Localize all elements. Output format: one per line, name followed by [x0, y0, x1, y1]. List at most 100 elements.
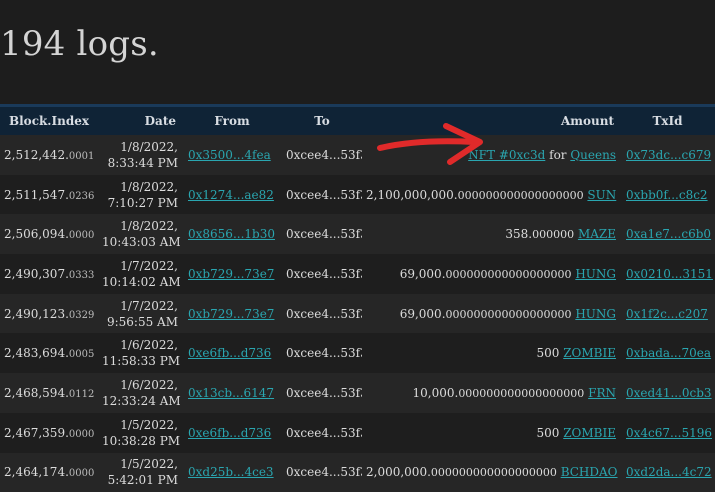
- date-line: 1/5/2022,: [120, 418, 178, 432]
- from-cell: 0x8656...1b30: [182, 214, 282, 254]
- amount-decimals: 000000000000000000: [446, 308, 572, 321]
- block-index-cell: 2,467,359.0000: [0, 413, 98, 453]
- token-link[interactable]: ZOMBIE: [563, 346, 616, 360]
- to-address: 0xcee4...53f3: [282, 413, 362, 453]
- block-index-main: 2,490,123.: [4, 307, 69, 321]
- txid-cell: 0x73dc...c679: [620, 135, 715, 175]
- to-address: 0xcee4...53f3: [282, 254, 362, 294]
- logs-table: Block.Index Date From To Amount TxId 2,5…: [0, 104, 715, 492]
- to-address: 0xcee4...53f3: [282, 135, 362, 175]
- from-address-link[interactable]: 0x3500...4fea: [188, 148, 271, 162]
- page-title: 194 logs.: [0, 24, 159, 64]
- block-index-cell: 2,490,307.0333: [0, 254, 98, 294]
- from-cell: 0xb729...73e7: [182, 294, 282, 334]
- time-line: 11:58:33 PM: [102, 354, 180, 368]
- token-link[interactable]: HUNG: [575, 307, 616, 321]
- txid-cell: 0xa1e7...c6b0: [620, 214, 715, 254]
- to-address: 0xcee4...53f3: [282, 373, 362, 413]
- token-link[interactable]: ZOMBIE: [563, 426, 616, 440]
- header-date[interactable]: Date: [98, 106, 182, 136]
- token-link[interactable]: FRN: [588, 386, 616, 400]
- amount-cell: NFT #0xc3d for Queens: [362, 135, 620, 175]
- from-address-link[interactable]: 0x1274...ae82: [188, 188, 274, 202]
- table-row: 2,467,359.0000 1/5/2022, 10:38:28 PM 0xe6…: [0, 413, 715, 453]
- token-link[interactable]: HUNG: [575, 267, 616, 281]
- from-cell: 0x13cb...6147: [182, 373, 282, 413]
- block-index-fraction: 0000: [69, 468, 94, 479]
- header-txid[interactable]: TxId: [620, 106, 715, 136]
- amount-cell: 10,000.000000000000000000 FRN: [362, 373, 620, 413]
- table-row: 2,506,094.0000 1/8/2022,10:43:03 AM 0x86…: [0, 214, 715, 254]
- nft-link[interactable]: NFT #0xc3d: [468, 148, 545, 162]
- time-line: 12:33:24 AM: [102, 394, 181, 408]
- from-address-link[interactable]: 0xe6fb...d736: [188, 346, 271, 360]
- header-from[interactable]: From: [182, 106, 282, 136]
- block-index-fraction: 0112: [69, 389, 94, 400]
- date-line: 1/6/2022,: [120, 338, 178, 352]
- table-row: 2,490,307.0333 1/7/2022,10:14:02 AM 0xb7…: [0, 254, 715, 294]
- from-address-link[interactable]: 0x8656...1b30: [188, 227, 275, 241]
- date-line: 1/8/2022,: [120, 180, 178, 194]
- date-line: 1/7/2022,: [120, 259, 178, 273]
- txid-cell: 0xed41...0cb3: [620, 373, 715, 413]
- time-line: 5:42:01 PM: [108, 473, 178, 487]
- amount-value: 10,000.: [413, 386, 459, 400]
- token-link[interactable]: Queens: [570, 148, 616, 162]
- block-index-cell: 2,490,123.0329: [0, 294, 98, 334]
- txid-link[interactable]: 0xbada...70ea: [626, 346, 711, 360]
- from-cell: 0xb729...73e7: [182, 254, 282, 294]
- header-block-index[interactable]: Block.Index: [0, 106, 98, 136]
- amount-decimals: 000000: [532, 228, 574, 241]
- header-amount[interactable]: Amount: [362, 106, 620, 136]
- table-row: 2,512,442.0001 1/8/2022,8:33:44 PM 0x350…: [0, 135, 715, 175]
- header-to[interactable]: To: [282, 106, 362, 136]
- txid-cell: 0xd2da...4c72: [620, 453, 715, 492]
- txid-link[interactable]: 0x1f2c...c207: [626, 307, 708, 321]
- txid-link[interactable]: 0xed41...0cb3: [626, 386, 712, 400]
- txid-link[interactable]: 0xd2da...4c72: [626, 465, 712, 479]
- from-address-link[interactable]: 0xb729...73e7: [188, 267, 274, 281]
- table-row: 2,468,594.0112 1/6/2022,12:33:24 AM 0x13…: [0, 373, 715, 413]
- to-address: 0xcee4...53f3: [282, 175, 362, 215]
- txid-link[interactable]: 0x0210...3151: [626, 267, 713, 281]
- date-cell: 1/6/2022,12:33:24 AM: [98, 373, 182, 413]
- to-address: 0xcee4...53f3: [282, 294, 362, 334]
- from-address-link[interactable]: 0xe6fb...d736: [188, 426, 271, 440]
- txid-link[interactable]: 0xa1e7...c6b0: [626, 227, 711, 241]
- from-address-link[interactable]: 0xd25b...4ce3: [188, 465, 274, 479]
- amount-value: 2,000,000.: [366, 465, 431, 479]
- date-cell: 1/7/2022,9:56:55 AM: [98, 294, 182, 334]
- time-line: 10:38:28 PM: [102, 434, 180, 448]
- amount-cell: 500 ZOMBIE: [362, 413, 620, 453]
- txid-link[interactable]: 0xbb0f...c8c2: [626, 188, 708, 202]
- amount-cell: 69,000.000000000000000000 HUNG: [362, 294, 620, 334]
- block-index-cell: 2,483,694.0005: [0, 333, 98, 373]
- token-link[interactable]: MAZE: [578, 227, 616, 241]
- amount-cell: 358.000000 MAZE: [362, 214, 620, 254]
- block-index-cell: 2,468,594.0112: [0, 373, 98, 413]
- block-index-fraction: 0000: [69, 230, 94, 241]
- date-line: 1/8/2022,: [120, 140, 178, 154]
- amount-value: 69,000.: [400, 267, 446, 281]
- amount-decimals: 000000000000000000: [431, 466, 557, 479]
- block-index-main: 2,468,594.: [4, 386, 69, 400]
- table-row: 2,464,174.0000 1/5/2022,5:42:01 PM 0xd25…: [0, 453, 715, 492]
- token-link[interactable]: BCHDAO: [561, 465, 618, 479]
- amount-decimals: 000000000000000000: [458, 387, 584, 400]
- date-line: 1/5/2022,: [120, 457, 178, 471]
- token-link[interactable]: SUN: [587, 188, 616, 202]
- block-index-main: 2,490,307.: [4, 267, 69, 281]
- amount-decimals: 000000000000000000: [458, 189, 584, 202]
- txid-cell: 0x4c67...5196: [620, 413, 715, 453]
- from-address-link[interactable]: 0xb729...73e7: [188, 307, 274, 321]
- block-index-fraction: 0236: [69, 191, 94, 202]
- to-address: 0xcee4...53f3: [282, 453, 362, 492]
- date-cell: 1/5/2022, 10:38:28 PM: [98, 413, 182, 453]
- block-index-cell: 2,512,442.0001: [0, 135, 98, 175]
- from-cell: 0x1274...ae82: [182, 175, 282, 215]
- txid-link[interactable]: 0x73dc...c679: [626, 148, 711, 162]
- amount-cell: 69,000.000000000000000000 HUNG: [362, 254, 620, 294]
- block-index-main: 2,483,694.: [4, 346, 69, 360]
- txid-link[interactable]: 0x4c67...5196: [626, 426, 712, 440]
- from-address-link[interactable]: 0x13cb...6147: [188, 386, 274, 400]
